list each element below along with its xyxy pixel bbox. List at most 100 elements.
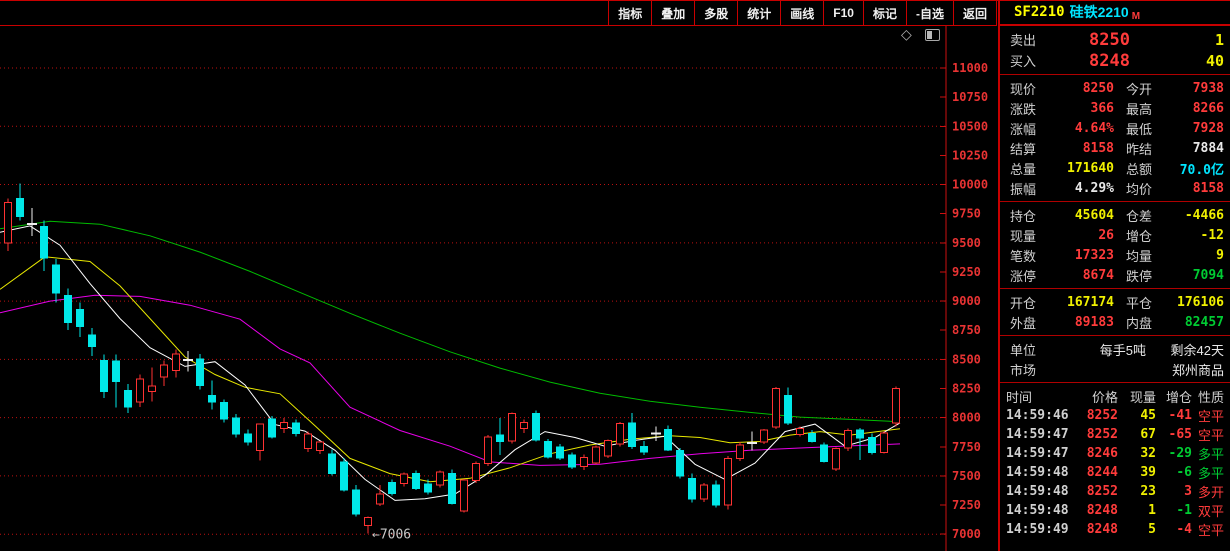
bid-row: 买入 8248 40 (1000, 50, 1230, 71)
tape-oi-change: -4 (1156, 522, 1192, 537)
tape-row: 14:59:488252233多开 (1000, 482, 1230, 501)
stat-row: 笔数17323均量9 (1000, 245, 1230, 265)
tape-time: 14:59:46 (1006, 408, 1068, 423)
candle-up (845, 431, 852, 448)
candle-down (17, 199, 24, 217)
top-border-line (0, 0, 1230, 1)
toolbar: 指标叠加多股统计画线F10标记-自选返回 (0, 1, 997, 26)
candle-down (221, 402, 228, 418)
toolbar-button-6[interactable]: F10 (823, 1, 863, 25)
y-axis-label: 9000 (952, 294, 981, 308)
toolbar-button-1[interactable]: 指标 (608, 1, 651, 25)
candle-down (533, 414, 540, 441)
candle-up (773, 389, 780, 427)
stat-label: 跌停 (1126, 266, 1164, 285)
divider (1000, 74, 1230, 75)
stat-label: 均价 (1126, 179, 1164, 198)
candle-down (197, 359, 204, 386)
tape-volume: 45 (1118, 408, 1156, 423)
candle-down (425, 484, 432, 492)
stat-value: -4466 (1164, 208, 1224, 223)
toolbar-button-3[interactable]: 多股 (694, 1, 737, 25)
info-label: 市场 (1010, 360, 1048, 379)
y-axis-label: 8750 (952, 323, 981, 337)
candle-down (101, 361, 108, 392)
toolbar-button-4[interactable]: 统计 (737, 1, 780, 25)
y-axis-label: 9250 (952, 265, 981, 279)
candle-down (41, 227, 48, 258)
diamond-marker-icon[interactable]: ◇ (901, 27, 912, 41)
candle-up (881, 433, 888, 452)
stat-row: 结算8158昨结7884 (1000, 138, 1230, 158)
tape-time: 14:59:49 (1006, 522, 1068, 537)
candle-up (485, 437, 492, 464)
tape-oi-change: 3 (1156, 484, 1192, 499)
stat-label: 笔数 (1010, 246, 1048, 265)
candle-down (353, 490, 360, 514)
panel-toggle-icon[interactable] (925, 29, 940, 41)
candle-down (413, 474, 420, 489)
toolbar-button-7[interactable]: 标记 (863, 1, 906, 25)
stat-label: 外盘 (1010, 313, 1048, 332)
tape-header-cell: 价格 (1068, 387, 1118, 406)
tape-oi-change: -1 (1156, 503, 1192, 518)
stat-label: 均量 (1126, 246, 1164, 265)
candle-up (173, 354, 180, 370)
candle-down (869, 437, 876, 452)
stat-label: 结算 (1010, 139, 1048, 158)
ask-label: 卖出 (1010, 30, 1058, 49)
ma-green-line (0, 221, 900, 421)
tape-oi-change: -6 (1156, 465, 1192, 480)
tape-header-cell: 性质 (1192, 387, 1224, 406)
toolbar-button-5[interactable]: 画线 (780, 1, 823, 25)
tape-row: 14:59:47824632-29多平 (1000, 444, 1230, 463)
info-label: 单位 (1010, 340, 1048, 359)
stat-row: 振幅4.29%均价8158 (1000, 178, 1230, 198)
stat-value: 17323 (1048, 248, 1114, 263)
candle-down (821, 445, 828, 462)
candle-up (461, 480, 468, 511)
candle-up (281, 422, 288, 428)
y-axis-label: 11000 (952, 61, 988, 75)
ask-volume: 1 (1130, 31, 1224, 49)
tape-trade-type: 空平 (1192, 425, 1224, 444)
candle-up (305, 434, 312, 449)
tape-price: 8248 (1068, 522, 1118, 537)
panel-toggle-fill (927, 31, 932, 39)
y-axis-label: 10000 (952, 178, 988, 192)
tape-trade-type: 双平 (1192, 501, 1224, 520)
candle-down (233, 418, 240, 434)
stat-value: 4.29% (1048, 181, 1114, 196)
instrument-symbol: SF2210 (1014, 4, 1065, 20)
stat-row: 现量26增仓-12 (1000, 225, 1230, 245)
candle-up (893, 389, 900, 424)
stat-row: 现价8250今开7938 (1000, 78, 1230, 98)
candle-up (833, 449, 840, 470)
y-axis-label: 7500 (952, 469, 981, 483)
bid-volume: 40 (1130, 52, 1224, 70)
stat-value: 4.64% (1048, 121, 1114, 136)
tape-trade-type: 多平 (1192, 463, 1224, 482)
tape-time: 14:59:47 (1006, 446, 1068, 461)
candle-up (581, 457, 588, 466)
stat-label: 最高 (1126, 99, 1164, 118)
tape-row: 14:59:46825245-41空平 (1000, 406, 1230, 425)
tape-volume: 1 (1118, 503, 1156, 518)
toolbar-button-2[interactable]: 叠加 (651, 1, 694, 25)
y-axis-label: 7000 (952, 527, 981, 541)
ask-price: 8250 (1058, 30, 1130, 50)
y-axis-label: 10750 (952, 90, 988, 104)
toolbar-button-8[interactable]: -自选 (906, 1, 953, 25)
tape-row: 14:59:4882481-1双平 (1000, 501, 1230, 520)
candle-down (209, 396, 216, 402)
stat-row: 涨停8674跌停7094 (1000, 265, 1230, 285)
ask-row: 卖出 8250 1 (1000, 29, 1230, 50)
candle-down (329, 454, 336, 474)
candle-down (857, 430, 864, 438)
candle-up (437, 472, 444, 485)
candle-up (593, 447, 600, 463)
toolbar-button-9[interactable]: 返回 (953, 1, 997, 25)
stat-value: 8158 (1048, 141, 1114, 156)
kline-chart[interactable]: 1100010750105001025010000975095009250900… (0, 26, 998, 551)
stat-label: 总额 (1126, 159, 1164, 178)
